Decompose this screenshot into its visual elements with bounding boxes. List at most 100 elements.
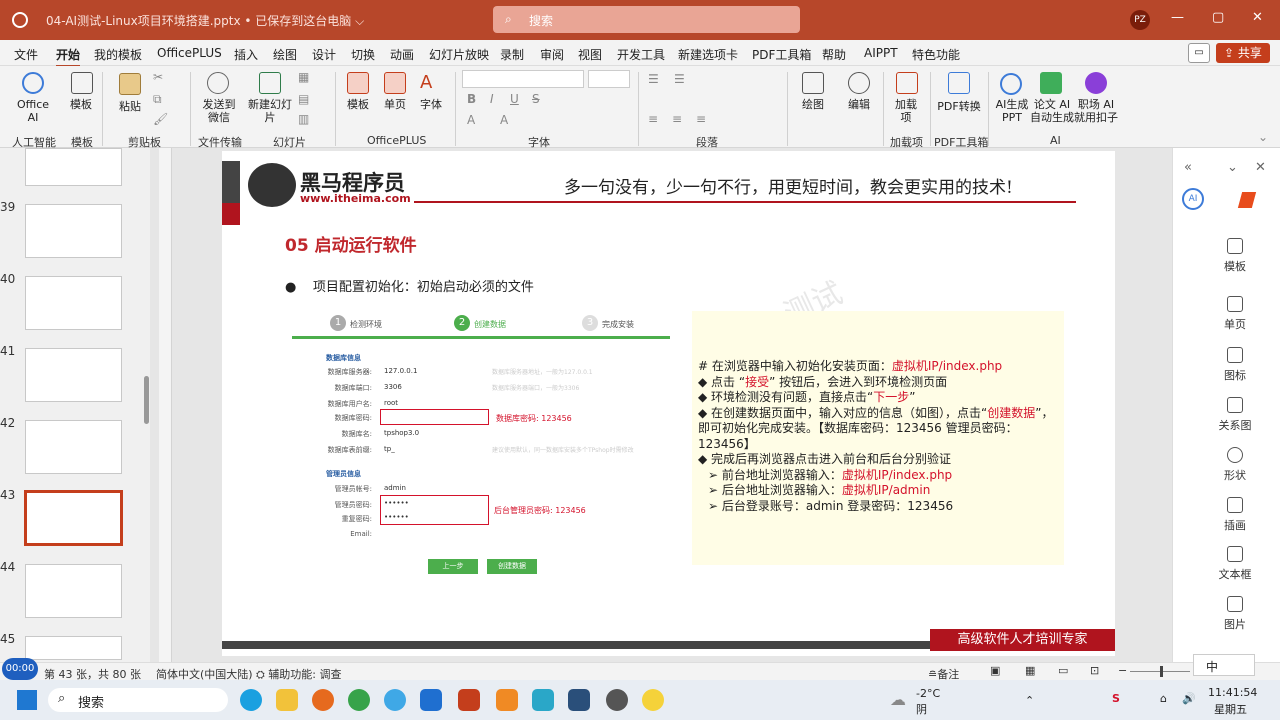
weather-desc[interactable]: 阴 <box>916 701 927 717</box>
edit-button[interactable]: 编辑 <box>844 98 874 111</box>
maximize-icon[interactable]: ▢ <box>1212 10 1224 25</box>
section-icon[interactable]: ▥ <box>298 112 309 126</box>
tray-app-icon[interactable]: S <box>1112 692 1120 705</box>
ime-indicator[interactable]: 中 <box>1193 654 1255 676</box>
search-input[interactable]: ⌕ 搜索 <box>493 6 800 33</box>
reset-icon[interactable]: ▤ <box>298 92 309 106</box>
taskbar-search[interactable]: ⌕ 搜索 <box>48 688 228 712</box>
menu-home[interactable]: 开始 <box>56 46 81 67</box>
menu-file[interactable]: 文件 <box>14 46 38 63</box>
slide-thumbnail-selected[interactable] <box>24 490 123 546</box>
chrome-icon[interactable] <box>348 689 370 711</box>
paste-button[interactable]: 粘贴 <box>114 100 146 113</box>
slide-thumbnail[interactable] <box>25 204 122 258</box>
menu-dev-tools[interactable]: 开发工具 <box>617 46 665 63</box>
strikethrough-icon[interactable]: S <box>532 92 540 106</box>
menu-features[interactable]: 特色功能 <box>912 46 960 63</box>
pane-template[interactable]: 模板 <box>1218 238 1252 274</box>
menu-officeplus[interactable]: OfficePLUS <box>157 46 222 60</box>
edge-icon[interactable] <box>240 689 262 711</box>
app-icon[interactable] <box>420 689 442 711</box>
bold-icon[interactable]: B <box>467 92 476 106</box>
zoom-thumb[interactable] <box>1160 666 1163 677</box>
pane-shapes[interactable]: 形状 <box>1218 447 1252 483</box>
send-wechat-button[interactable]: 发送到微信 <box>200 98 238 124</box>
menu-view[interactable]: 视图 <box>578 46 602 63</box>
dev-tool-icon[interactable] <box>532 689 554 711</box>
weather-temp[interactable]: -2°C <box>916 687 940 700</box>
copy-icon[interactable]: ⧉ <box>153 92 162 107</box>
explorer-icon[interactable] <box>276 689 298 711</box>
share-button[interactable]: ⇪ 共享 <box>1216 43 1270 63</box>
single-page-button[interactable]: 单页 <box>380 98 410 111</box>
underline-icon[interactable]: U <box>510 92 519 106</box>
align-right-icon[interactable]: ≡ <box>696 112 706 126</box>
pane-illustration[interactable]: 插画 <box>1218 497 1252 533</box>
menu-insert[interactable]: 插入 <box>234 46 258 63</box>
timer-badge[interactable]: 00:00 <box>2 658 38 680</box>
slideshow-icon[interactable]: ⊡ <box>1090 664 1099 677</box>
network-icon[interactable]: ⌂ <box>1160 692 1167 705</box>
font-tool-button[interactable]: 字体 <box>416 98 446 111</box>
clock-day[interactable]: 星期五 <box>1214 701 1247 717</box>
clock-time[interactable]: 11:41:54 <box>1208 686 1257 699</box>
align-left-icon[interactable]: ≡ <box>648 112 658 126</box>
draw-button[interactable]: 绘图 <box>798 98 828 111</box>
addin-button[interactable]: 加载项 <box>891 98 921 124</box>
job-ai-button[interactable]: 职场 AI 就用扣子 <box>1074 98 1118 124</box>
pane-picture[interactable]: 图片 <box>1218 596 1252 632</box>
numbering-icon[interactable]: ☰ <box>674 72 685 86</box>
align-center-icon[interactable]: ≡ <box>672 112 682 126</box>
chevron-up-icon[interactable]: ⌃ <box>1025 694 1034 707</box>
menu-draw[interactable]: 绘图 <box>273 46 297 63</box>
terminal-icon[interactable] <box>568 689 590 711</box>
slide-thumbnail[interactable] <box>25 564 122 618</box>
font-name-select[interactable] <box>462 70 584 88</box>
font-size-select[interactable] <box>588 70 630 88</box>
menu-help[interactable]: 帮助 <box>822 46 846 63</box>
new-slide-button[interactable]: 新建幻灯片 <box>248 98 292 124</box>
menu-animation[interactable]: 动画 <box>390 46 414 63</box>
volume-icon[interactable]: 🔊 <box>1182 692 1196 705</box>
italic-icon[interactable]: I <box>490 92 494 106</box>
pane-relation[interactable]: 关系图 <box>1218 397 1252 433</box>
powerpoint-icon[interactable] <box>458 689 480 711</box>
menu-review[interactable]: 审阅 <box>540 46 564 63</box>
font-color-icon[interactable]: A <box>467 113 475 127</box>
format-painter-icon[interactable]: 🖌 <box>153 112 168 126</box>
pdf-convert-button[interactable]: PDF转换 <box>935 100 983 113</box>
python-icon[interactable] <box>642 689 664 711</box>
close-pane-icon[interactable]: ✕ <box>1255 160 1266 175</box>
menu-record[interactable]: 录制 <box>500 46 524 63</box>
slide-thumbnail[interactable] <box>25 636 122 660</box>
menu-pdf-tools[interactable]: PDF工具箱 <box>752 46 811 63</box>
editor-icon[interactable] <box>496 689 518 711</box>
sorter-view-icon[interactable]: ▦ <box>1025 664 1035 677</box>
minimize-icon[interactable]: — <box>1171 10 1184 25</box>
close-icon[interactable]: ✕ <box>1252 10 1263 25</box>
pane-single-page[interactable]: 单页 <box>1218 296 1252 332</box>
slide-thumbnail[interactable] <box>25 420 122 474</box>
pane-textbox[interactable]: 文本框 <box>1218 546 1252 582</box>
avatar[interactable]: PZ <box>1130 10 1150 30</box>
slide-thumbnail[interactable] <box>25 348 122 402</box>
menu-my-template[interactable]: 我的模板 <box>94 46 142 63</box>
menu-new-tab[interactable]: 新建选项卡 <box>678 46 738 63</box>
slide-thumbnail[interactable] <box>25 276 122 330</box>
office-ai-button[interactable]: Office AI <box>14 98 52 124</box>
officeplus-template-button[interactable]: 模板 <box>343 98 373 111</box>
pane-icons[interactable]: 图标 <box>1218 347 1252 383</box>
windows-start-icon[interactable] <box>17 690 37 710</box>
menu-aippt[interactable]: AIPPT <box>864 46 898 60</box>
ai-ppt-button[interactable]: AI生成PPT <box>994 98 1030 124</box>
ai-assistant-icon[interactable]: AI <box>1182 188 1204 210</box>
firefox-icon[interactable] <box>312 689 334 711</box>
menu-transition[interactable]: 切换 <box>351 46 375 63</box>
collapse-pane-icon[interactable]: « <box>1184 160 1192 175</box>
clock-app-icon[interactable] <box>606 689 628 711</box>
reading-view-icon[interactable]: ▭ <box>1058 664 1068 677</box>
zoom-out-icon[interactable]: − <box>1118 664 1127 677</box>
normal-view-icon[interactable]: ▣ <box>990 664 1000 677</box>
chevron-down-icon[interactable]: ⌄ <box>1227 160 1238 175</box>
comment-icon[interactable]: ▭ <box>1188 43 1210 63</box>
